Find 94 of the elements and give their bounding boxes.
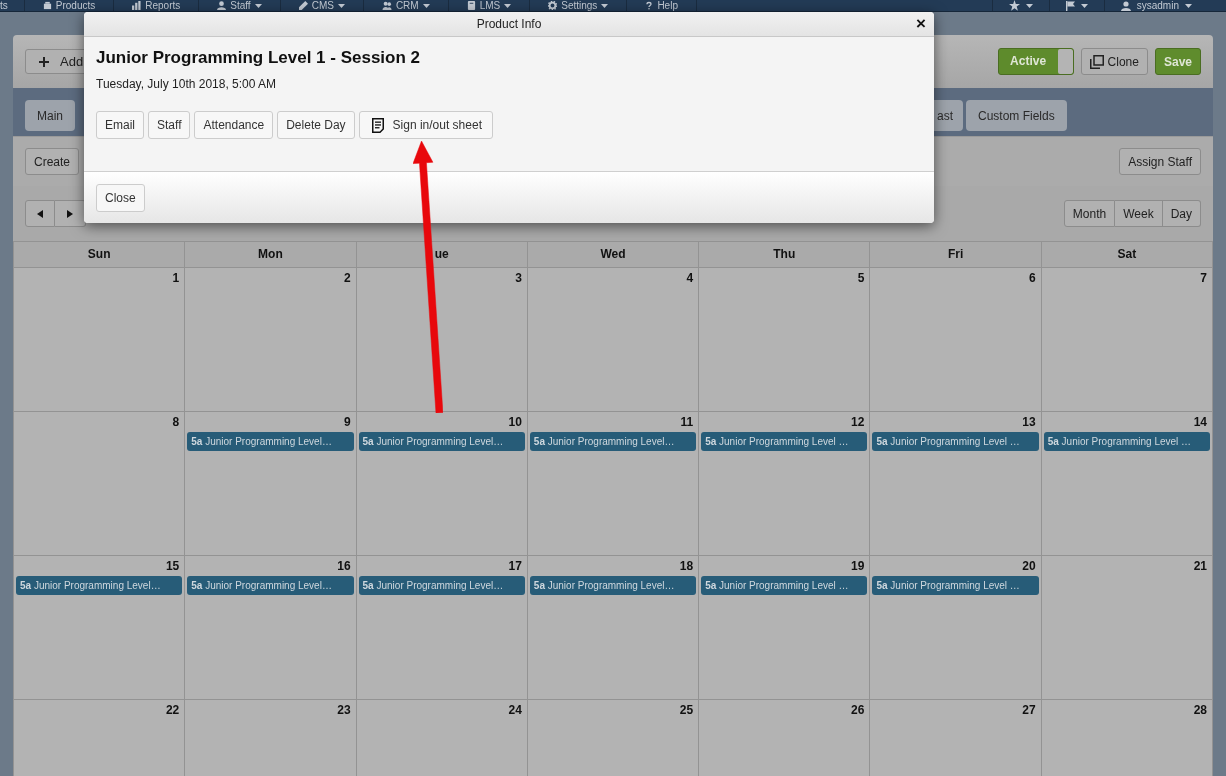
next-button[interactable]: [55, 200, 86, 227]
document-icon: [371, 117, 384, 133]
day-number: 27: [1022, 702, 1037, 718]
calendar-event[interactable]: 5a Junior Programming Level…: [187, 432, 354, 451]
view-button[interactable]: Month: [1063, 200, 1116, 227]
person-icon: [217, 1, 227, 10]
weekday-header: Mon: [184, 241, 356, 267]
tab[interactable]: Main: [25, 100, 75, 131]
help-icon: [645, 1, 654, 10]
day-number: 13: [1022, 414, 1037, 430]
dialog-button[interactable]: Staff: [148, 111, 191, 139]
people-icon: [381, 1, 392, 10]
weekday-header: Sun: [13, 241, 185, 267]
day-number: 19: [851, 558, 866, 574]
previous-button[interactable]: [25, 200, 55, 227]
calendar-event[interactable]: 5a Junior Programming Level …: [701, 576, 868, 595]
dialog-title: Product Info: [476, 16, 542, 33]
calendar-event[interactable]: 5a Junior Programming Level …: [872, 432, 1039, 451]
day-number: 2: [343, 270, 352, 286]
nav-link[interactable]: Reports: [114, 0, 200, 11]
day-number: 22: [165, 702, 181, 718]
right-triangle-icon: [67, 209, 73, 218]
dialog-button[interactable]: Email: [96, 111, 144, 139]
add-button[interactable]: Add: [25, 49, 87, 74]
calendar-event[interactable]: 5a Junior Programming Level…: [529, 576, 697, 595]
view-button[interactable]: Day: [1162, 200, 1201, 227]
nav-link[interactable]: LMS: [448, 0, 531, 11]
assign-staff-button[interactable]: Assign Staff: [1119, 148, 1201, 175]
close-button[interactable]: Close: [96, 183, 145, 212]
clone-icon: [1089, 54, 1104, 69]
left-triangle-icon: [37, 209, 43, 218]
nav-link[interactable]: Settings: [530, 0, 628, 11]
nav-link[interactable]: Staff: [199, 0, 281, 11]
star-icon: [1008, 0, 1020, 11]
day-number: 16: [337, 558, 352, 574]
day-number: 12: [851, 414, 866, 430]
weekday-header: Sat: [1040, 241, 1212, 267]
day-number: 8: [172, 414, 181, 430]
weekday-header: Wed: [526, 241, 699, 267]
tab[interactable]: ast: [934, 100, 963, 131]
session-date: Tuesday, July 10th 2018, 5:00 AM: [96, 76, 278, 92]
dialog-heading: Junior Programming Level 1 - Session 2: [96, 47, 422, 69]
box-icon: [42, 1, 52, 10]
day-number: 15: [165, 558, 181, 574]
weekday-header: Thu: [698, 241, 870, 267]
settings-icon: [548, 1, 558, 10]
create-button[interactable]: Create: [25, 148, 80, 175]
calendar-event[interactable]: 5a Junior Programming Level…: [187, 576, 354, 595]
calendar-event[interactable]: 5a Junior Programming Level…: [529, 432, 697, 451]
calendar-event[interactable]: 5a Junior Programming Level…: [358, 576, 525, 595]
day-number: 20: [1022, 558, 1037, 574]
calendar-event[interactable]: 5a Junior Programming Level …: [701, 432, 868, 451]
view-button[interactable]: Week: [1115, 200, 1163, 227]
tab[interactable]: Custom Fields: [966, 100, 1067, 131]
day-number: 5: [857, 270, 866, 286]
day-number: 21: [1193, 558, 1208, 574]
day-number: 4: [686, 270, 695, 286]
day-number: 10: [508, 414, 523, 430]
user-icon: [1120, 0, 1131, 11]
day-number: 7: [1200, 270, 1208, 286]
day-number: 26: [851, 702, 866, 718]
nav-link[interactable]: ts: [0, 0, 25, 11]
day-number: 14: [1193, 414, 1208, 430]
day-number: 9: [343, 414, 352, 430]
nav-link[interactable]: CRM: [363, 0, 449, 11]
day-number: 28: [1193, 702, 1208, 718]
close-button[interactable]: ×: [916, 16, 926, 32]
day-number: 18: [679, 558, 695, 574]
dialog-button[interactable]: Attendance: [194, 111, 274, 139]
calendar-event[interactable]: 5a Junior Programming Level…: [358, 432, 525, 451]
calendar-event[interactable]: 5a Junior Programming Level …: [872, 576, 1039, 595]
day-number: 1: [172, 270, 181, 286]
day-number: 24: [508, 702, 523, 718]
calendar-event[interactable]: 5a Junior Programming Level…: [16, 576, 183, 595]
nav-link[interactable]: Help: [627, 0, 697, 11]
dialog-button[interactable]: Delete Day: [277, 111, 355, 139]
dialog-button[interactable]: Sign in/out sheet: [358, 111, 493, 139]
nav-link[interactable]: CMS: [280, 0, 364, 11]
nav-link[interactable]: Products: [24, 0, 115, 11]
pencil-icon: [298, 1, 308, 10]
day-number: 6: [1029, 270, 1037, 286]
clone-button[interactable]: Clone: [1080, 48, 1148, 75]
flag-icon: [1065, 0, 1075, 11]
weekday-header: Fri: [869, 241, 1041, 267]
plus-icon: [39, 56, 49, 67]
bar-chart-icon: [132, 1, 142, 10]
day-number: 17: [508, 558, 523, 574]
day-number: 25: [679, 702, 695, 718]
calendar-event[interactable]: 5a Junior Programming Level …: [1043, 432, 1210, 451]
weekday-header: ue: [355, 241, 527, 267]
day-number: 23: [337, 702, 352, 718]
day-number: 3: [515, 270, 523, 286]
day-number: 11: [680, 414, 695, 430]
user-menu[interactable]: sysadmin: [1103, 0, 1208, 11]
